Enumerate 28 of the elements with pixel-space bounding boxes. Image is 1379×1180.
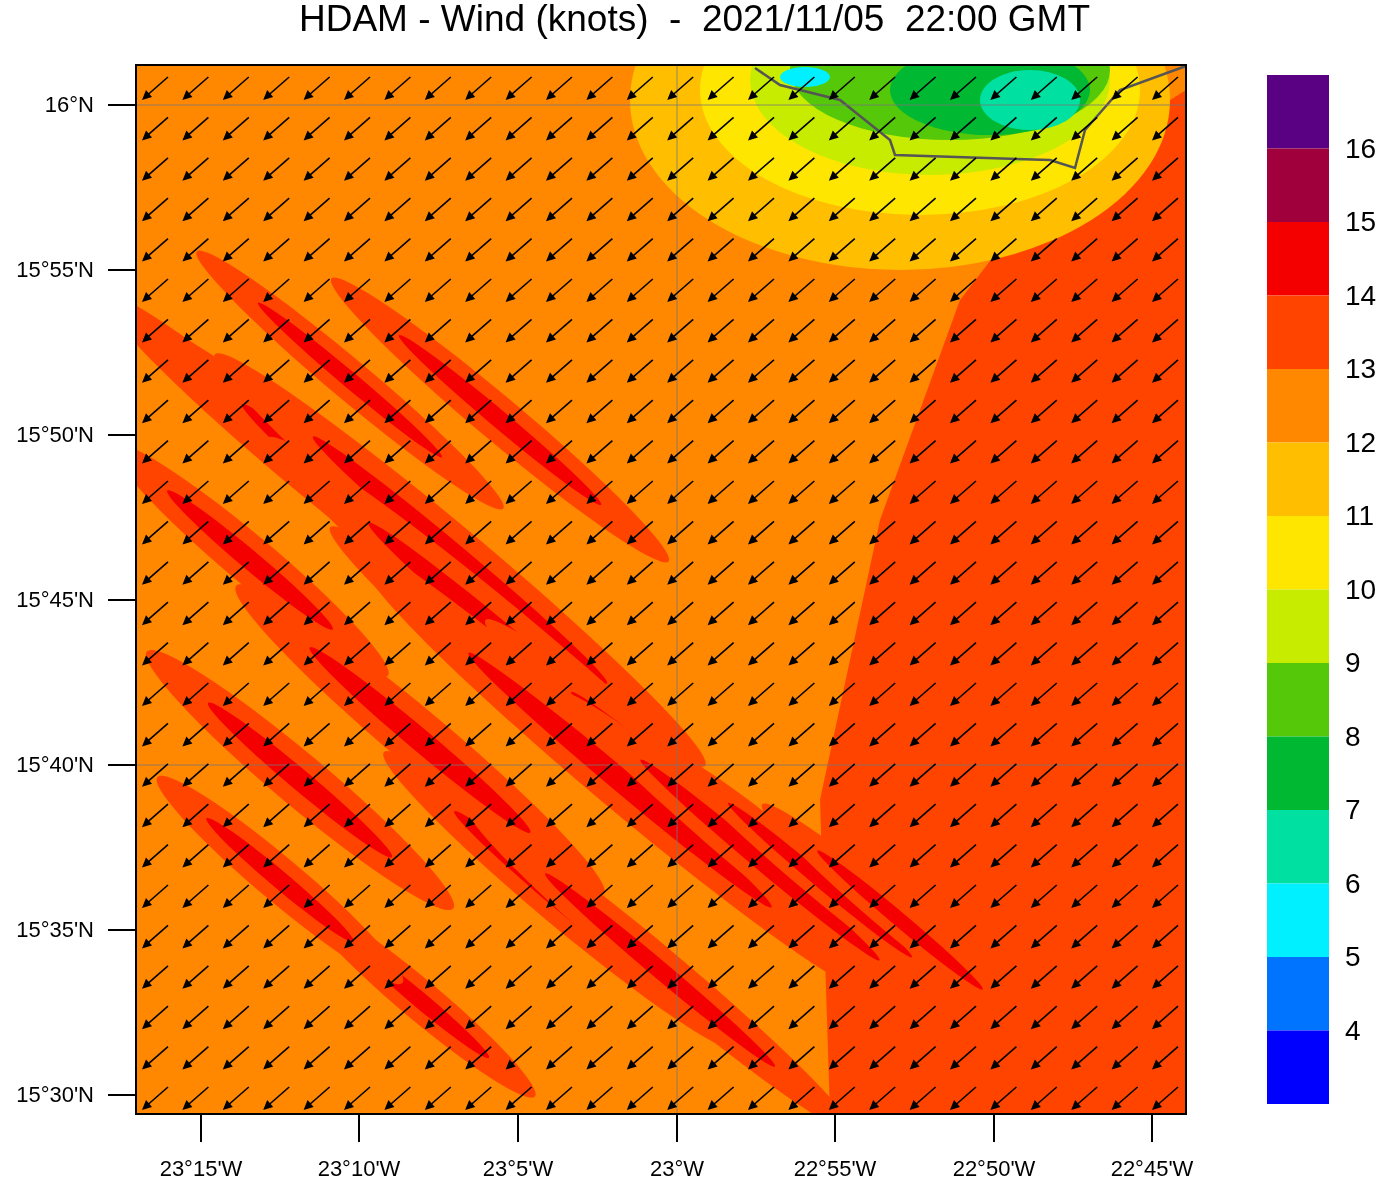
colorbar-label: 11 — [1345, 501, 1375, 531]
colorbar-label: 15 — [1345, 207, 1377, 237]
colorbar-label: 6 — [1345, 868, 1361, 899]
latitude-label: 15°45'N — [16, 588, 94, 612]
latitude-label: 15°55'N — [16, 258, 94, 282]
latitude-label: 15°40'N — [16, 753, 94, 777]
colorbar-label: 9 — [1345, 648, 1361, 678]
colorbar-label: 5 — [1345, 942, 1361, 972]
longitude-label: 23°15'W — [159, 1157, 243, 1180]
latitude-label: 15°30'N — [16, 1083, 94, 1107]
colorbar-label: 10 — [1345, 574, 1377, 605]
longitude-label: 23°W — [650, 1157, 704, 1180]
plot-title: HDAM - Wind (knots) - 2021/11/05 22:00 GMT — [299, 0, 1090, 38]
colorbar-label: 13 — [1345, 354, 1377, 384]
colorbar-label: 14 — [1345, 280, 1377, 311]
latitude-label: 15°35'N — [16, 918, 94, 942]
latitude-label: 16°N — [44, 93, 94, 117]
colorbar-label: 4 — [1345, 1015, 1361, 1046]
longitude-label: 22°55'W — [793, 1157, 877, 1180]
longitude-label: 22°50'W — [952, 1157, 1036, 1180]
colorbar-label: 12 — [1345, 427, 1377, 458]
colorbar-label: 16 — [1345, 133, 1377, 164]
longitude-label: 23°5'W — [482, 1157, 554, 1180]
latitude-label: 15°50'N — [16, 423, 94, 447]
longitude-label: 23°10'W — [317, 1157, 401, 1180]
longitude-label: 22°45'W — [1110, 1157, 1194, 1180]
colorbar-label: 8 — [1345, 721, 1361, 752]
colorbar-label: 7 — [1345, 795, 1361, 825]
